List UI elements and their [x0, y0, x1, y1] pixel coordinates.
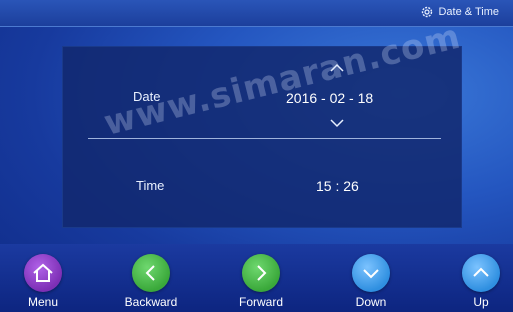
gear-icon	[422, 6, 433, 18]
menu-button-circle	[24, 254, 62, 292]
backward-button[interactable]: Backward	[116, 254, 186, 309]
home-icon	[33, 263, 53, 282]
chevron-down-icon[interactable]	[329, 118, 345, 128]
divider	[88, 138, 441, 139]
chevron-up-icon	[473, 267, 489, 277]
up-button-circle	[462, 254, 500, 292]
chevron-left-icon	[145, 265, 155, 281]
down-label: Down	[355, 295, 387, 309]
up-label: Up	[473, 295, 489, 309]
down-button[interactable]: Down	[336, 254, 406, 309]
forward-button-circle	[242, 254, 280, 292]
screen-title-text: Date & Time	[438, 6, 499, 18]
down-button-circle	[352, 254, 390, 292]
forward-button[interactable]: Forward	[226, 254, 296, 309]
device-screen: Date & Time Date 2016 - 02 - 18 Time 15 …	[0, 0, 513, 312]
up-button[interactable]: Up	[446, 254, 513, 309]
time-label: Time	[136, 178, 165, 193]
backward-button-circle	[132, 254, 170, 292]
chevron-down-icon	[363, 269, 379, 279]
bottom-nav: Menu Backward Forward Down Up	[0, 244, 513, 312]
menu-button[interactable]: Menu	[8, 254, 78, 309]
menu-label: Menu	[27, 295, 59, 309]
backward-label: Backward	[124, 295, 178, 309]
forward-label: Forward	[238, 295, 283, 309]
screen-title: Date & Time	[421, 6, 499, 18]
chevron-right-icon	[257, 265, 267, 281]
time-value[interactable]: 15 : 26	[316, 178, 359, 194]
